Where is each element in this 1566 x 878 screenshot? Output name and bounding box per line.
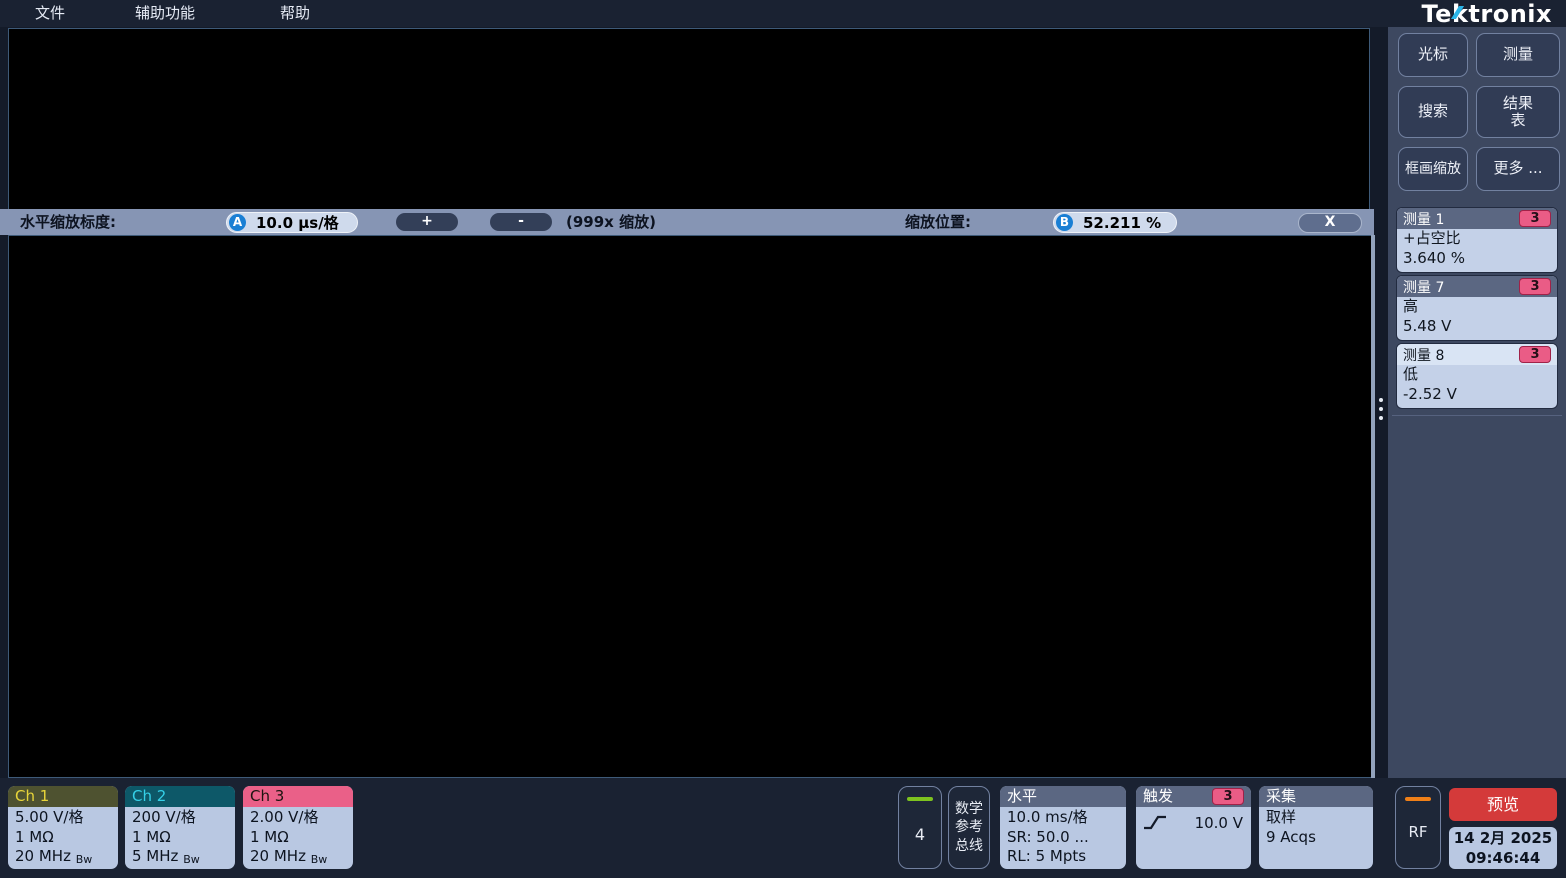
rf-label: RF xyxy=(1396,823,1440,841)
overview-panel[interactable] xyxy=(8,28,1370,210)
drawer-handle[interactable] xyxy=(1379,398,1383,425)
record-length: RL: 5 Mpts xyxy=(1007,847,1119,867)
measurement-badge-7[interactable]: 测量 7 3 高5.48 V xyxy=(1396,275,1558,341)
zoom-position-label: 缩放位置: xyxy=(905,209,971,235)
channel-label: Ch 2 xyxy=(132,786,166,807)
channel-bandwidth: 20 MHz Bw xyxy=(250,847,346,867)
bus-label: 总线 xyxy=(955,837,983,855)
channel-impedance: 1 MΩ xyxy=(15,828,111,848)
channel-4-button[interactable]: 4 xyxy=(898,786,942,869)
source-badge: 3 xyxy=(1519,278,1551,295)
channel-1-badge[interactable]: Ch 1 5.00 V/格 1 MΩ 20 MHz Bw xyxy=(8,786,118,869)
cursors-button[interactable]: 光标 xyxy=(1398,33,1468,77)
sidebar: 光标 测量 搜索 结果表 框画缩放 更多 ... 测量 1 3 +占空比3.640… xyxy=(1388,27,1566,778)
zoom-scale-knob[interactable]: A 10.0 µs/格 xyxy=(226,212,358,233)
more-button[interactable]: 更多 ... xyxy=(1476,147,1560,191)
trigger-source-badge: 3 xyxy=(1212,788,1244,805)
channel-bandwidth: 20 MHz Bw xyxy=(15,847,111,867)
trigger-title: 触发 xyxy=(1143,786,1173,807)
zoom-scale-label: 水平缩放标度: xyxy=(20,209,116,235)
horizontal-scale: 10.0 ms/格 xyxy=(1007,808,1119,828)
search-button[interactable]: 搜索 xyxy=(1398,86,1468,138)
horizontal-badge[interactable]: 水平 10.0 ms/格 SR: 50.0 ... RL: 5 Mpts xyxy=(1000,786,1126,869)
knob-b-icon: B xyxy=(1056,214,1073,231)
channel-bandwidth: 5 MHz Bw xyxy=(132,847,228,867)
measurement-value: -2.52 V xyxy=(1403,385,1551,405)
math-ref-bus-button[interactable]: 数学 参考 总线 xyxy=(948,786,990,869)
measurement-name: +占空比 xyxy=(1403,229,1551,249)
rising-edge-icon xyxy=(1142,813,1168,833)
zoom-in-button[interactable]: + xyxy=(396,213,458,231)
date-label: 14 2月 2025 xyxy=(1449,828,1557,848)
time-label: 09:46:44 xyxy=(1449,848,1557,868)
zoom-position-value: 52.211 % xyxy=(1083,214,1161,232)
preview-button[interactable]: 预览 xyxy=(1449,788,1557,821)
ref-label: 参考 xyxy=(955,818,983,836)
acquisition-mode: 取样 xyxy=(1266,808,1366,828)
sidebar-divider xyxy=(1392,415,1562,416)
channel-2-badge[interactable]: Ch 2 200 V/格 1 MΩ 5 MHz Bw xyxy=(125,786,235,869)
menu-bar: 文件 辅助功能 帮助 Tektronix xyxy=(0,0,1566,27)
channel-scale: 2.00 V/格 xyxy=(250,808,346,828)
datetime-display: 14 2月 2025 09:46:44 xyxy=(1449,827,1557,869)
knob-a-icon: A xyxy=(229,214,246,231)
measurement-name: 低 xyxy=(1403,365,1551,385)
channel-impedance: 1 MΩ xyxy=(250,828,346,848)
measurement-name: 高 xyxy=(1403,297,1551,317)
measure-button[interactable]: 测量 xyxy=(1476,33,1560,77)
oscilloscope-screen: 文件 辅助功能 帮助 Tektronix 水平缩放标度: A 10.0 µs/格… xyxy=(0,0,1566,878)
draw-box-zoom-button[interactable]: 框画缩放 xyxy=(1398,147,1468,191)
channel-scale: 5.00 V/格 xyxy=(15,808,111,828)
channel-impedance: 1 MΩ xyxy=(132,828,228,848)
sidebar-buttons: 光标 测量 搜索 结果表 框画缩放 更多 ... xyxy=(1398,33,1560,191)
channel-4-label: 4 xyxy=(899,825,941,844)
results-table-button[interactable]: 结果表 xyxy=(1476,86,1560,138)
zoom-position-knob[interactable]: B 52.211 % xyxy=(1053,212,1177,233)
main-waveforms xyxy=(9,236,1371,777)
measurement-badge-8[interactable]: 测量 8 3 低-2.52 V xyxy=(1396,343,1558,409)
tektronix-logo: Tektronix xyxy=(1421,0,1552,29)
channel-label: Ch 3 xyxy=(250,786,284,807)
acquisition-badge[interactable]: 采集 取样 9 Acqs xyxy=(1259,786,1373,869)
measurement-value: 3.640 % xyxy=(1403,249,1551,269)
settings-bar: Ch 1 5.00 V/格 1 MΩ 20 MHz Bw Ch 2 200 V/… xyxy=(0,778,1566,878)
measurement-title: 测量 1 xyxy=(1403,209,1444,229)
rf-color-line xyxy=(1405,797,1431,801)
source-badge: 3 xyxy=(1519,210,1551,227)
overview-waveforms xyxy=(9,29,1369,209)
zoom-bar: 水平缩放标度: A 10.0 µs/格 + - (999x 缩放) 缩放位置: … xyxy=(0,209,1374,235)
horizontal-title: 水平 xyxy=(1007,786,1037,807)
math-label: 数学 xyxy=(955,800,983,818)
zoom-scale-value: 10.0 µs/格 xyxy=(256,212,339,233)
measurement-value: 5.48 V xyxy=(1403,317,1551,337)
sample-rate: SR: 50.0 ... xyxy=(1007,828,1119,848)
channel-3-badge[interactable]: Ch 3 2.00 V/格 1 MΩ 20 MHz Bw xyxy=(243,786,353,869)
source-badge: 3 xyxy=(1519,346,1551,363)
channel-label: Ch 1 xyxy=(15,786,49,807)
zoom-out-button[interactable]: - xyxy=(490,213,552,231)
trigger-level: 10.0 V xyxy=(1195,814,1243,832)
measurement-badge-1[interactable]: 测量 1 3 +占空比3.640 % xyxy=(1396,207,1558,273)
zoom-close-button[interactable]: X xyxy=(1298,213,1362,233)
rf-button[interactable]: RF xyxy=(1395,786,1441,869)
display-right-border xyxy=(1371,235,1375,778)
main-display[interactable] xyxy=(8,235,1372,778)
menu-help[interactable]: 帮助 xyxy=(280,0,310,27)
acquisition-title: 采集 xyxy=(1266,786,1296,807)
measurement-title: 测量 7 xyxy=(1403,277,1444,297)
acquisition-count: 9 Acqs xyxy=(1266,828,1366,848)
measurement-title: 测量 8 xyxy=(1403,345,1444,365)
trigger-badge[interactable]: 触发 3 10.0 V xyxy=(1136,786,1251,869)
channel-4-color-line xyxy=(907,797,933,801)
menu-utility[interactable]: 辅助功能 xyxy=(135,0,195,27)
zoom-factor-label: (999x 缩放) xyxy=(566,209,656,235)
channel-scale: 200 V/格 xyxy=(132,808,228,828)
menu-file[interactable]: 文件 xyxy=(35,0,65,27)
